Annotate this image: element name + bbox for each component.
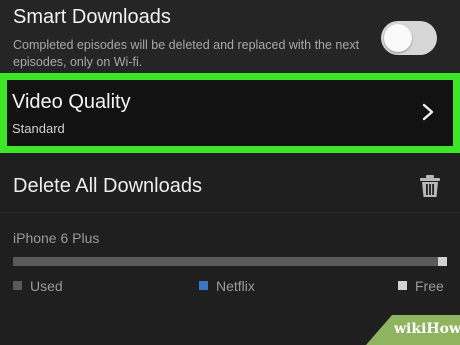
trash-icon[interactable]	[419, 174, 441, 198]
video-quality-value: Standard	[12, 121, 65, 136]
legend-free-label: Free	[415, 278, 444, 294]
legend-free: Free	[398, 278, 444, 294]
settings-screen: Smart Downloads Completed episodes will …	[0, 0, 460, 345]
smart-downloads-row: Smart Downloads Completed episodes will …	[0, 0, 460, 72]
delete-all-downloads-title: Delete All Downloads	[13, 175, 202, 197]
storage-bar-used	[13, 257, 438, 266]
storage-bar	[13, 257, 447, 266]
legend-netflix-swatch	[199, 281, 208, 290]
smart-downloads-title: Smart Downloads	[13, 6, 171, 28]
device-name: iPhone 6 Plus	[13, 230, 100, 246]
legend-netflix-label: Netflix	[216, 278, 255, 294]
legend-netflix: Netflix	[199, 278, 255, 294]
section-divider	[0, 212, 460, 213]
legend-used-label: Used	[30, 278, 63, 294]
toggle-knob	[384, 24, 412, 52]
smart-downloads-description: Completed episodes will be deleted and r…	[13, 38, 360, 69]
smart-downloads-toggle[interactable]	[381, 21, 437, 55]
legend-used: Used	[13, 278, 63, 294]
delete-all-downloads-row[interactable]: Delete All Downloads	[0, 160, 460, 212]
watermark-text: wikiHow	[394, 321, 460, 337]
video-quality-title: Video Quality	[12, 91, 131, 113]
chevron-right-icon	[422, 103, 434, 121]
legend-free-swatch	[398, 281, 407, 290]
video-quality-row[interactable]: Video Quality Standard	[0, 73, 460, 153]
legend-used-swatch	[13, 281, 22, 290]
storage-bar-free	[438, 257, 447, 266]
wikihow-watermark: wikiHow	[366, 315, 460, 345]
